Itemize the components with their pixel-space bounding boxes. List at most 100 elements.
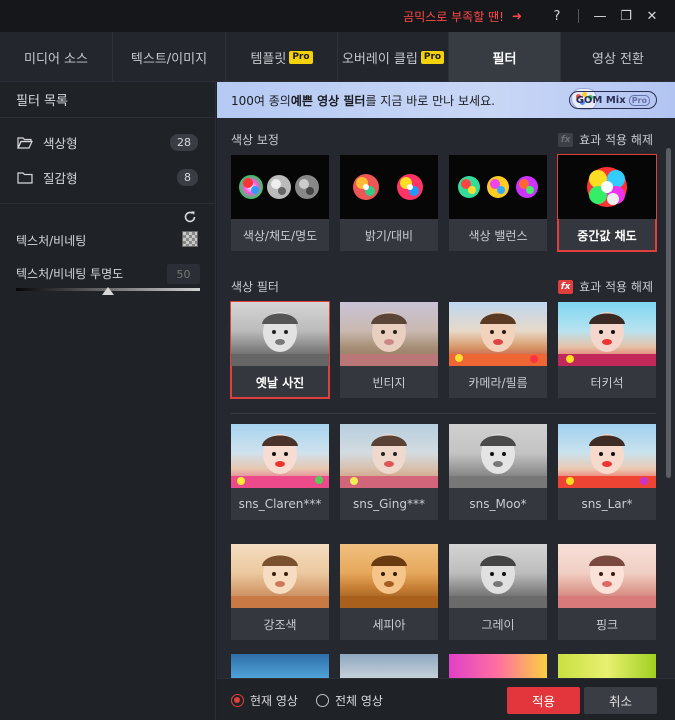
tab-label: 필터 — [492, 51, 517, 67]
filter-card-brightness[interactable]: 밝기/대비 — [340, 155, 438, 251]
texture-picker[interactable] — [182, 231, 198, 247]
thumbnail — [449, 654, 547, 678]
gom-mix-pro-logo: GOM Mix Pro — [568, 91, 657, 109]
category-label: 색상형 — [43, 136, 78, 151]
thumbnail — [340, 302, 438, 366]
filter-label: sns_Moo* — [469, 497, 527, 511]
radio-label: 현재 영상 — [250, 694, 298, 708]
thumbnail — [340, 424, 438, 488]
thumbnail — [449, 424, 547, 488]
radio-all-video[interactable]: 전체 영상 — [316, 692, 383, 709]
remove-effect-correction[interactable]: fx 효과 적용 해제 — [558, 131, 653, 148]
filter-label: 터키석 — [590, 375, 624, 390]
banner-text-bold: 예쁜 영상 필터 — [290, 93, 366, 108]
filter-card-row4-4[interactable] — [558, 654, 656, 678]
cancel-button[interactable]: 취소 — [584, 687, 657, 714]
filter-card-pink[interactable]: 핑크 — [558, 544, 656, 640]
filter-card-median-saturation[interactable]: 중간값 채도 — [557, 154, 657, 252]
remove-effect-label: 효과 적용 해제 — [579, 133, 653, 147]
category-color[interactable]: 색상형 28 — [0, 125, 215, 160]
radio-current-video[interactable]: 현재 영상 — [231, 692, 298, 709]
filter-label: 카메라/필름 — [468, 375, 528, 390]
arrow-right-icon[interactable]: ➜ — [512, 9, 522, 23]
tab-overlay-clip[interactable]: 오버레이 클립 Pro — [338, 32, 449, 82]
filter-label: 강조색 — [263, 617, 297, 632]
radio-dot — [316, 694, 329, 707]
category-texture[interactable]: 질감형 8 — [0, 160, 215, 195]
brand-name: GOM Mix — [575, 94, 626, 106]
fx-icon: fx — [558, 132, 574, 147]
minimize-button[interactable]: — — [587, 3, 613, 29]
tab-template[interactable]: 템플릿 Pro — [226, 32, 338, 82]
filter-card-row4-1[interactable] — [231, 654, 329, 678]
close-button[interactable]: ✕ — [639, 3, 665, 29]
pro-badge: Pro — [420, 50, 445, 64]
filter-label: 세피아 — [372, 617, 406, 632]
thumbnail — [558, 544, 656, 608]
filter-label: 색상 밸런스 — [468, 228, 528, 243]
bottom-bar: 현재 영상 전체 영상 적용 취소 — [217, 678, 675, 720]
filter-card-sns-ging[interactable]: sns_Ging*** — [340, 424, 438, 520]
filter-card-turquoise[interactable]: 터키석 — [558, 302, 656, 398]
tab-media-source[interactable]: 미디어 소스 — [0, 32, 113, 82]
filter-card-sns-moo[interactable]: sns_Moo* — [449, 424, 547, 520]
brand-pro: Pro — [628, 94, 650, 106]
filter-card-vintage[interactable]: 빈티지 — [340, 302, 438, 398]
filter-card-gray[interactable]: 그레이 — [449, 544, 547, 640]
tab-filter[interactable]: 필터 — [449, 32, 561, 82]
tab-transition[interactable]: 영상 전환 — [561, 32, 675, 82]
filter-label: 중간값 채도 — [577, 228, 637, 243]
folder-icon — [17, 171, 33, 184]
help-button[interactable]: ? — [544, 3, 570, 29]
filter-card-camera-film[interactable]: 카메라/필름 — [449, 302, 547, 398]
filter-label: sns_Ging*** — [353, 497, 425, 511]
filter-card-row4-2[interactable] — [340, 654, 438, 678]
filter-label: 색상/채도/명도 — [242, 228, 318, 243]
thumbnail — [231, 654, 329, 678]
promo-link[interactable]: 곰믹스로 부족할 땐! — [403, 8, 504, 25]
pro-badge: Pro — [289, 50, 313, 64]
category-count: 8 — [177, 169, 198, 186]
thumbnail — [340, 654, 438, 678]
thumbnail — [231, 155, 329, 219]
apply-button[interactable]: 적용 — [507, 687, 580, 714]
texture-opacity-value[interactable]: 50 — [167, 264, 200, 284]
main-tabs: 미디어 소스 텍스트/이미지 템플릿 Pro 오버레이 클립 Pro 필터 영상 전… — [0, 32, 675, 82]
divider — [231, 413, 656, 414]
filter-card-old-photo[interactable]: 옛날 사진 — [230, 301, 330, 399]
thumbnail — [558, 424, 656, 488]
remove-effect-label: 효과 적용 해제 — [579, 280, 653, 294]
tab-label: 영상 전환 — [592, 51, 644, 67]
radio-dot — [231, 694, 244, 707]
folder-open-icon — [17, 136, 33, 149]
slider-thumb[interactable] — [102, 287, 114, 295]
filter-card-row4-3[interactable] — [449, 654, 547, 678]
filter-card-color-balance[interactable]: 색상 밸런스 — [449, 155, 547, 251]
filter-card-hsl[interactable]: 색상/채도/명도 — [231, 155, 329, 251]
tab-text-image[interactable]: 텍스트/이미지 — [113, 32, 226, 82]
promo-banner[interactable]: 100여 종의 예쁜 영상 필터 를 지금 바로 만나 보세요. GOM Mix P… — [217, 82, 675, 118]
thumbnail — [449, 155, 547, 219]
texture-label: 텍스처/비네팅 — [16, 234, 87, 248]
filter-card-accent[interactable]: 강조색 — [231, 544, 329, 640]
restore-button[interactable]: ❐ — [613, 3, 639, 29]
thumbnail — [231, 302, 329, 366]
section-title-color-filter: 색상 필터 — [231, 280, 279, 294]
scrollbar[interactable] — [666, 148, 671, 478]
filter-list-panel: 필터 목록 색상형 28 질감형 8 텍스처/비네팅 텍스처/비네팅 투명도 5… — [0, 82, 216, 720]
thumbnail — [558, 155, 656, 219]
tab-label: 미디어 소스 — [24, 51, 88, 67]
filter-label: sns_Lar* — [581, 497, 633, 511]
title-separator — [578, 9, 579, 23]
filter-label: sns_Claren*** — [238, 497, 322, 511]
tab-label: 템플릿 — [250, 51, 287, 67]
thumbnail — [449, 544, 547, 608]
thumbnail — [449, 302, 547, 366]
filter-card-sepia[interactable]: 세피아 — [340, 544, 438, 640]
filter-card-sns-lar[interactable]: sns_Lar* — [558, 424, 656, 520]
refresh-icon[interactable] — [183, 210, 197, 228]
remove-effect-filter[interactable]: fx 효과 적용 해제 — [558, 278, 653, 295]
filter-card-sns-claren[interactable]: sns_Claren*** — [231, 424, 329, 520]
thumbnail — [231, 544, 329, 608]
filter-grid: 색상 보정 fx 효과 적용 해제 색상/채도/명도 밝기/대비 색상 밸런스 … — [217, 118, 675, 678]
